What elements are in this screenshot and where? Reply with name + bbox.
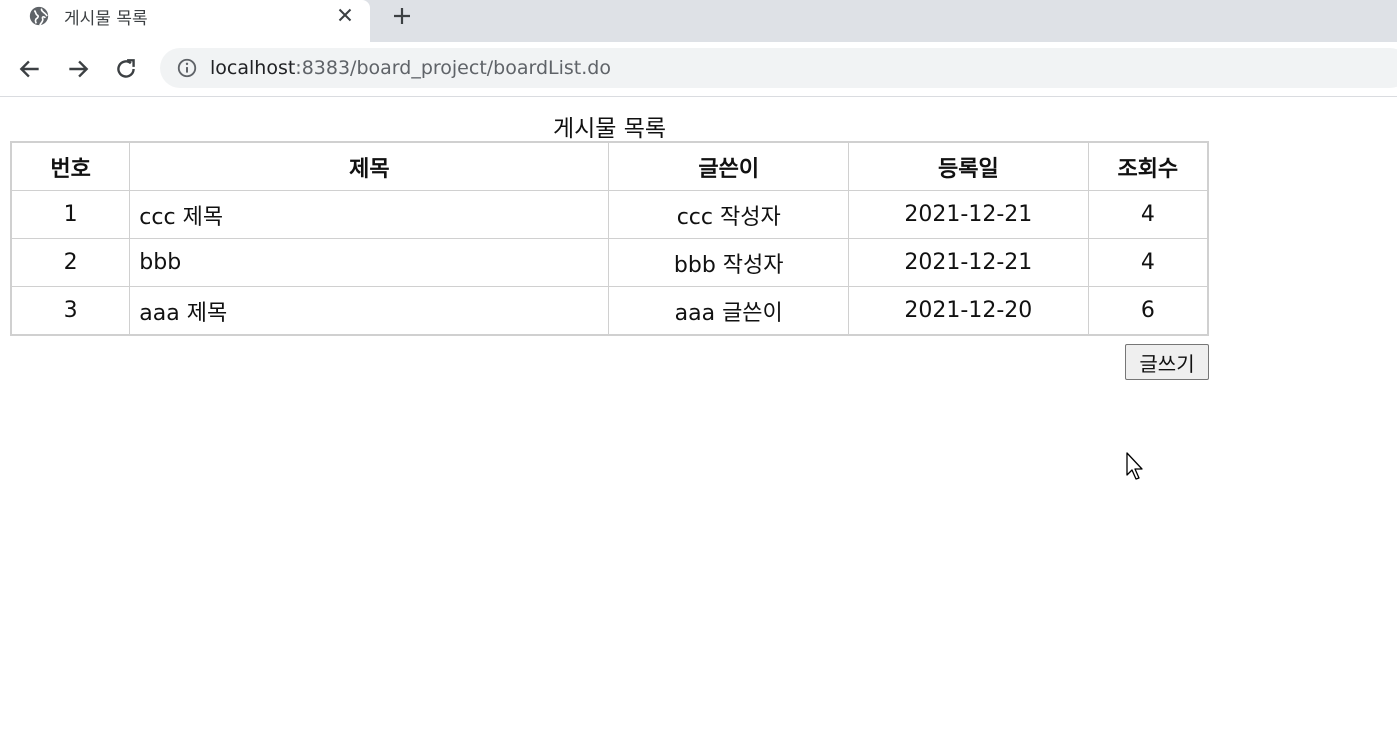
globe-icon <box>29 6 49 26</box>
table-row: 2 bbb bbb 작성자 2021-12-21 4 <box>10 238 1209 287</box>
cell-number: 2 <box>10 238 131 287</box>
cell-number: 3 <box>10 286 131 336</box>
cell-views: 6 <box>1087 286 1209 336</box>
close-icon[interactable] <box>334 4 356 26</box>
address-bar[interactable]: localhost:8383/board_project/boardList.d… <box>160 48 1397 88</box>
cell-views: 4 <box>1087 190 1209 239</box>
url-host: localhost <box>210 57 296 79</box>
plus-icon[interactable] <box>390 4 414 28</box>
cell-title[interactable]: ccc 제목 <box>129 190 610 239</box>
write-button[interactable]: 글쓰기 <box>1125 344 1209 380</box>
page-title: 게시물 목록 <box>552 116 667 142</box>
browser-tab[interactable]: 게시물 목록 <box>0 0 370 42</box>
cell-views: 4 <box>1087 238 1209 287</box>
cell-date: 2021-12-21 <box>848 238 1089 287</box>
column-header-writer: 글쓴이 <box>608 141 850 191</box>
reload-icon[interactable] <box>113 56 139 82</box>
cursor-icon <box>1126 452 1143 480</box>
url-text[interactable]: localhost:8383/board_project/boardList.d… <box>210 57 611 79</box>
cell-title[interactable]: aaa 제목 <box>129 286 610 336</box>
cell-title[interactable]: bbb <box>129 238 610 287</box>
column-header-number: 번호 <box>10 141 131 191</box>
page-content: 게시물 목록 번호 제목 글쓴이 등록일 조회수 1 ccc 제목 ccc 작성… <box>0 97 1397 729</box>
cell-date: 2021-12-21 <box>848 190 1089 239</box>
cell-date: 2021-12-20 <box>848 286 1089 336</box>
table-row: 3 aaa 제목 aaa 글쓴이 2021-12-20 6 <box>10 286 1209 336</box>
cell-writer: aaa 글쓴이 <box>608 286 850 336</box>
info-icon[interactable] <box>176 57 198 79</box>
url-path: :8383/board_project/boardList.do <box>295 57 611 79</box>
cell-writer: ccc 작성자 <box>608 190 850 239</box>
cell-number: 1 <box>10 190 131 239</box>
column-header-views: 조회수 <box>1087 141 1209 191</box>
column-header-title: 제목 <box>129 141 610 191</box>
tab-strip: 게시물 목록 <box>0 0 1397 42</box>
column-header-date: 등록일 <box>848 141 1089 191</box>
table-row: 1 ccc 제목 ccc 작성자 2021-12-21 4 <box>10 190 1209 239</box>
arrow-right-icon[interactable] <box>65 56 91 82</box>
table-header-row: 번호 제목 글쓴이 등록일 조회수 <box>10 141 1209 191</box>
tab-title: 게시물 목록 <box>64 9 148 29</box>
board-table: 번호 제목 글쓴이 등록일 조회수 1 ccc 제목 ccc 작성자 2021-… <box>10 141 1209 336</box>
arrow-left-icon[interactable] <box>17 56 43 82</box>
cell-writer: bbb 작성자 <box>608 238 850 287</box>
browser-toolbar: localhost:8383/board_project/boardList.d… <box>0 42 1397 97</box>
